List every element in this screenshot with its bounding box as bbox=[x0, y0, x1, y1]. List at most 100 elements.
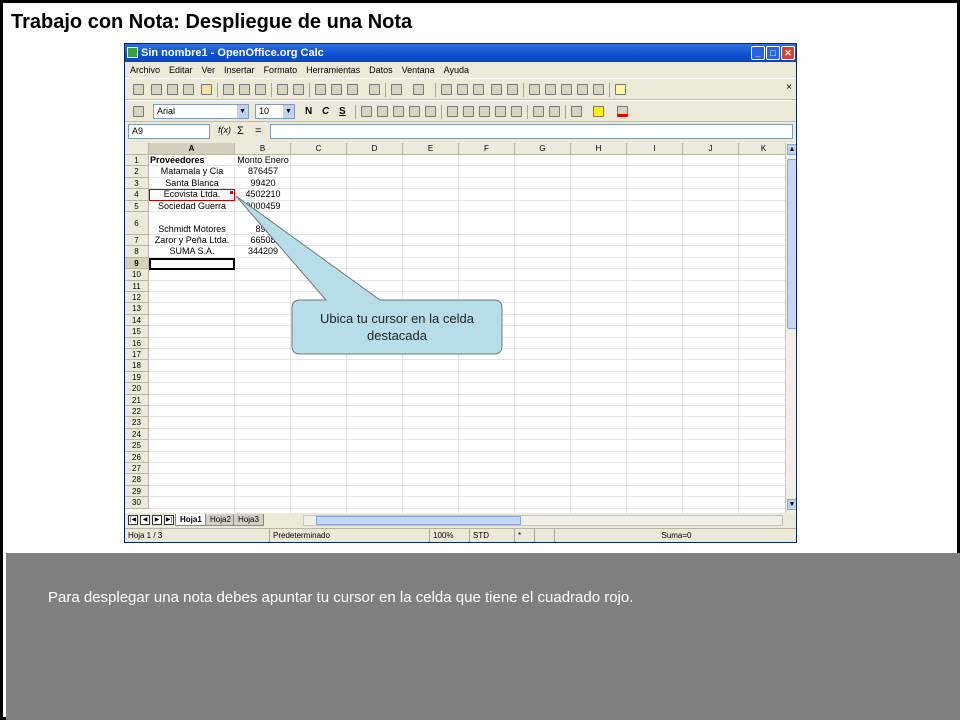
cut-icon[interactable] bbox=[315, 84, 326, 95]
open-icon[interactable] bbox=[151, 84, 162, 95]
hyperlink-icon[interactable] bbox=[441, 84, 452, 95]
increase-indent-icon[interactable] bbox=[549, 106, 560, 117]
first-sheet-icon[interactable]: |◀ bbox=[128, 515, 138, 525]
font-size-select[interactable]: 10 ▼ bbox=[255, 104, 295, 119]
formula-input[interactable] bbox=[270, 124, 793, 139]
row-header-6[interactable]: 6 bbox=[125, 212, 149, 235]
maximize-button[interactable]: □ bbox=[766, 46, 780, 60]
menu-datos[interactable]: Datos bbox=[369, 65, 393, 75]
cell-b8[interactable]: 344209 bbox=[236, 246, 290, 257]
chart-icon[interactable] bbox=[491, 84, 502, 95]
merge-cells-icon[interactable] bbox=[425, 106, 436, 117]
menu-ver[interactable]: Ver bbox=[202, 65, 216, 75]
remove-decimal-icon[interactable] bbox=[511, 106, 522, 117]
menu-formato[interactable]: Formato bbox=[264, 65, 298, 75]
print-icon[interactable] bbox=[239, 84, 250, 95]
menu-ayuda[interactable]: Ayuda bbox=[444, 65, 469, 75]
edit-file-icon[interactable] bbox=[201, 84, 212, 95]
row-header-24[interactable]: 24 bbox=[125, 428, 149, 441]
find-replace-icon[interactable] bbox=[529, 84, 540, 95]
horizontal-scrollbar[interactable] bbox=[303, 515, 783, 526]
menu-archivo[interactable]: Archivo bbox=[130, 65, 160, 75]
cell-b4[interactable]: 4502210 bbox=[236, 189, 290, 200]
sheet-tab-hoja2[interactable]: Hoja2 bbox=[205, 514, 236, 526]
row-header-2[interactable]: 2 bbox=[125, 166, 149, 178]
align-center-icon[interactable] bbox=[377, 106, 388, 117]
row-header-4[interactable]: 4 bbox=[125, 189, 149, 201]
row-header-28[interactable]: 28 bbox=[125, 474, 149, 486]
borders-icon[interactable] bbox=[571, 106, 582, 117]
italic-button[interactable]: C bbox=[322, 106, 329, 117]
cell-b1[interactable]: Monto Enero bbox=[236, 155, 290, 166]
row-header-18[interactable]: 18 bbox=[125, 360, 149, 372]
row-header-3[interactable]: 3 bbox=[125, 177, 149, 190]
spellcheck-icon[interactable] bbox=[277, 84, 288, 95]
row-header-1[interactable]: 1 bbox=[125, 155, 149, 167]
menu-ventana[interactable]: Ventana bbox=[402, 65, 435, 75]
bold-button[interactable]: N bbox=[305, 106, 312, 117]
cell-b6[interactable]: 892 bbox=[236, 224, 290, 235]
function-icon[interactable]: = bbox=[255, 125, 261, 137]
cell-b7[interactable]: 66508 bbox=[236, 235, 290, 246]
menu-editar[interactable]: Editar bbox=[169, 65, 193, 75]
highlighted-cell-a4[interactable] bbox=[149, 189, 235, 201]
font-color-icon[interactable] bbox=[617, 106, 628, 117]
last-sheet-icon[interactable]: ▶| bbox=[164, 515, 174, 525]
row-header-11[interactable]: 11 bbox=[125, 280, 149, 292]
row-header-21[interactable]: 21 bbox=[125, 394, 149, 406]
column-header-j[interactable]: J bbox=[683, 143, 739, 155]
cell-b2[interactable]: 876457 bbox=[236, 166, 290, 177]
font-name-select[interactable]: Arial ▼ bbox=[153, 104, 249, 119]
close-button[interactable]: ✕ bbox=[781, 46, 795, 60]
sort-descending-icon[interactable] bbox=[473, 84, 484, 95]
cell-a1[interactable]: Proveedores bbox=[150, 155, 234, 166]
data-sources-icon[interactable] bbox=[577, 84, 588, 95]
column-header-c[interactable]: C bbox=[291, 143, 347, 155]
sheet-tab-hoja3[interactable]: Hoja3 bbox=[233, 514, 264, 526]
row-header-16[interactable]: 16 bbox=[125, 337, 149, 349]
row-header-12[interactable]: 12 bbox=[125, 292, 149, 304]
row-header-8[interactable]: 8 bbox=[125, 246, 149, 258]
next-sheet-icon[interactable]: ▶ bbox=[152, 515, 162, 525]
prev-sheet-icon[interactable]: ◀ bbox=[140, 515, 150, 525]
column-header-i[interactable]: I bbox=[627, 143, 683, 155]
row-header-9[interactable]: 9 bbox=[125, 257, 149, 270]
active-cell-cursor[interactable] bbox=[149, 257, 235, 271]
save-icon[interactable] bbox=[167, 84, 178, 95]
column-header-a[interactable]: A bbox=[149, 143, 235, 155]
menu-herramientas[interactable]: Herramientas bbox=[306, 65, 360, 75]
help-icon[interactable] bbox=[615, 84, 626, 95]
column-header-g[interactable]: G bbox=[515, 143, 571, 155]
row-header-17[interactable]: 17 bbox=[125, 349, 149, 361]
row-header-27[interactable]: 27 bbox=[125, 463, 149, 475]
row-header-26[interactable]: 26 bbox=[125, 451, 149, 463]
zoom-icon[interactable] bbox=[593, 84, 604, 95]
undo-icon[interactable] bbox=[391, 84, 402, 95]
email-icon[interactable] bbox=[183, 84, 194, 95]
function-wizard-icon[interactable]: f(x) bbox=[218, 125, 231, 135]
decrease-indent-icon[interactable] bbox=[533, 106, 544, 117]
standard-format-icon[interactable] bbox=[479, 106, 490, 117]
row-header-29[interactable]: 29 bbox=[125, 485, 149, 498]
row-header-5[interactable]: 5 bbox=[125, 200, 149, 212]
status-zoom[interactable]: 100% bbox=[430, 529, 470, 542]
sort-ascending-icon[interactable] bbox=[457, 84, 468, 95]
row-header-14[interactable]: 14 bbox=[125, 314, 149, 327]
align-left-icon[interactable] bbox=[361, 106, 372, 117]
row-header-19[interactable]: 19 bbox=[125, 371, 149, 384]
vertical-scrollbar[interactable]: ▲ ▼ bbox=[785, 143, 796, 513]
column-header-b[interactable]: B bbox=[235, 143, 291, 155]
cell-a8[interactable]: SUMA S.A. bbox=[150, 246, 234, 257]
cell-a5[interactable]: Sociedad Guerra bbox=[150, 201, 234, 212]
format-paintbrush-icon[interactable] bbox=[369, 84, 380, 95]
gallery-icon[interactable] bbox=[561, 84, 572, 95]
cell-b5[interactable]: 9000459 bbox=[236, 201, 290, 212]
row-header-25[interactable]: 25 bbox=[125, 440, 149, 452]
row-header-23[interactable]: 23 bbox=[125, 417, 149, 429]
column-header-e[interactable]: E bbox=[403, 143, 459, 155]
cell-a2[interactable]: Matamala y Cia bbox=[150, 166, 234, 177]
paste-icon[interactable] bbox=[347, 84, 358, 95]
horizontal-scroll-thumb[interactable] bbox=[316, 516, 521, 525]
menu-insertar[interactable]: Insertar bbox=[224, 65, 255, 75]
align-right-icon[interactable] bbox=[393, 106, 404, 117]
